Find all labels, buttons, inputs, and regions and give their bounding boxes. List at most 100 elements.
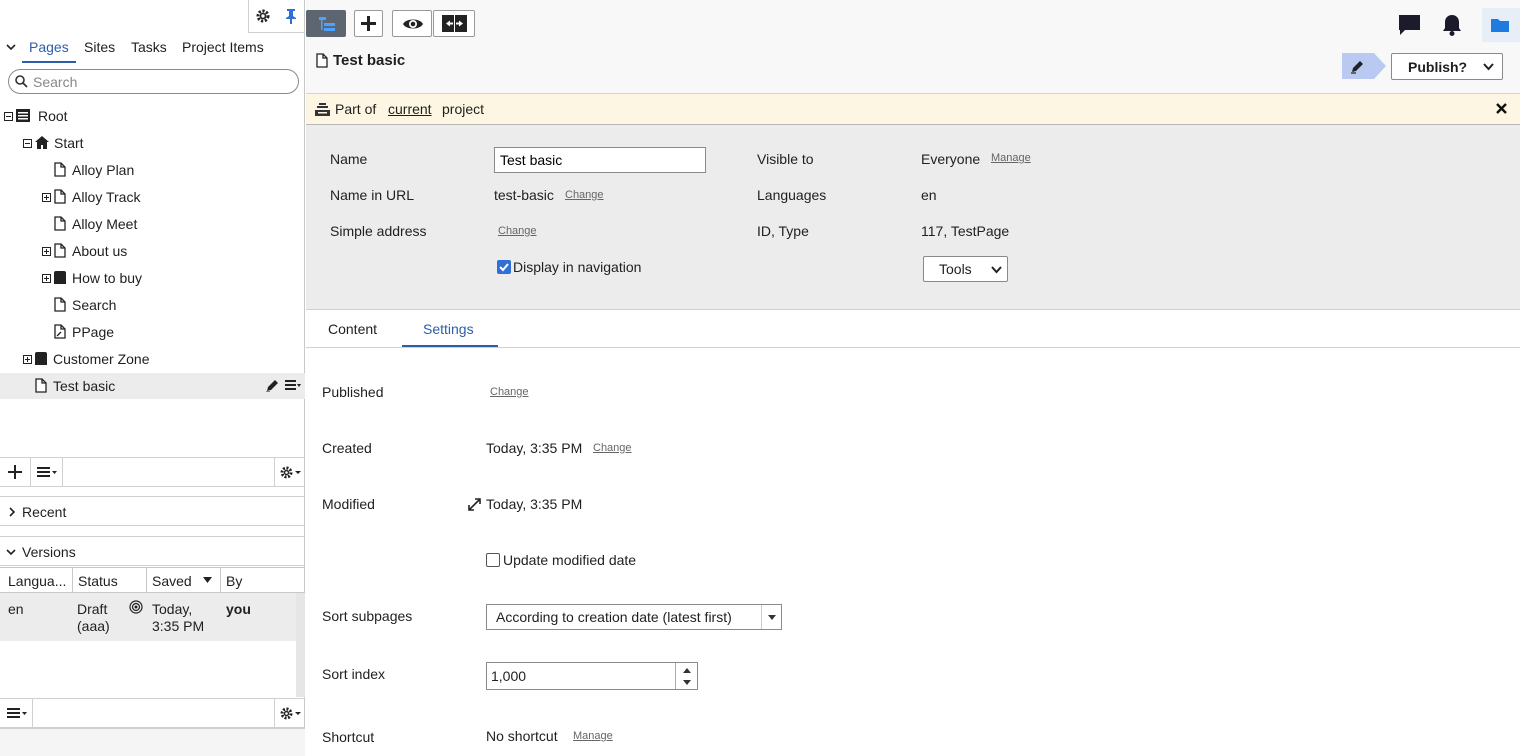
languages-value: en — [921, 187, 937, 203]
active-tab-underline — [22, 61, 76, 63]
pin-icon[interactable] — [284, 8, 298, 24]
unlink-icon[interactable] — [468, 498, 481, 511]
gear-icon[interactable] — [255, 8, 271, 24]
content-tabs: Content Settings — [306, 310, 1520, 348]
stepper-down-icon[interactable] — [683, 680, 691, 685]
page-properties-panel: Name Name in URL test-basic Change Simpl… — [306, 125, 1520, 310]
context-menu-icon[interactable] — [285, 380, 301, 391]
collapse-icon[interactable] — [23, 139, 32, 148]
tab-tasks[interactable]: Tasks — [131, 39, 167, 55]
expand-icon[interactable] — [42, 247, 51, 256]
add-icon[interactable] — [8, 465, 22, 479]
column-by[interactable]: By — [226, 573, 242, 589]
published-label: Published — [322, 384, 384, 400]
tree-label: Test basic — [53, 378, 116, 394]
expand-icon[interactable] — [42, 274, 51, 283]
tab-pages[interactable]: Pages — [29, 39, 69, 55]
tree-label: Customer Zone — [53, 351, 150, 367]
tree-node-test-basic[interactable]: Test basic — [0, 373, 305, 399]
home-icon — [35, 136, 49, 149]
assets-pane-toggle[interactable] — [1482, 8, 1520, 42]
display-in-nav-checkbox[interactable] — [497, 260, 511, 274]
expand-icon[interactable] — [23, 355, 32, 364]
name-input[interactable] — [494, 147, 706, 173]
name-in-url-value: test-basic — [494, 187, 554, 203]
search-input[interactable]: Search — [8, 69, 299, 94]
column-language[interactable]: Langua... — [8, 573, 66, 589]
manage-visibility-link[interactable]: Manage — [991, 152, 1031, 164]
tree-node-root[interactable]: Root — [0, 103, 305, 129]
publish-button[interactable]: Publish? — [1391, 53, 1503, 80]
tree-label: Root — [38, 108, 68, 124]
tree-node-how-to-buy[interactable]: How to buy — [0, 265, 305, 291]
manage-shortcut-link[interactable]: Manage — [573, 730, 613, 742]
chevron-down-icon[interactable] — [6, 42, 16, 52]
version-saved-date: Today, — [152, 601, 193, 617]
display-in-nav-label: Display in navigation — [513, 259, 642, 275]
tree-label: Alloy Track — [72, 189, 141, 205]
versions-section-header[interactable]: Versions — [0, 536, 305, 566]
list-menu-icon[interactable] — [7, 708, 27, 719]
comments-icon[interactable] — [1399, 15, 1420, 35]
recent-section-header[interactable]: Recent — [0, 496, 305, 526]
tools-label: Tools — [939, 261, 972, 277]
change-simple-address-link[interactable]: Change — [498, 225, 537, 237]
list-menu-icon[interactable] — [37, 467, 57, 478]
folder-icon — [1491, 18, 1509, 32]
collapse-icon[interactable] — [4, 112, 13, 121]
add-content-button[interactable] — [354, 10, 383, 37]
tree-node-alloy-track[interactable]: Alloy Track — [0, 184, 305, 210]
tree-node-alloy-meet[interactable]: Alloy Meet — [0, 211, 305, 237]
bell-icon[interactable] — [1442, 14, 1462, 36]
tree-label: Alloy Meet — [72, 216, 138, 232]
tree-icon — [319, 16, 335, 32]
sort-index-stepper[interactable]: 1,000 — [486, 662, 698, 690]
change-url-link[interactable]: Change — [565, 189, 604, 201]
current-project-link[interactable]: current — [388, 101, 432, 117]
tab-settings[interactable]: Settings — [423, 321, 474, 337]
gear-icon[interactable] — [280, 707, 302, 720]
compare-button[interactable] — [433, 10, 475, 37]
column-saved[interactable]: Saved — [152, 573, 192, 589]
column-status[interactable]: Status — [78, 573, 118, 589]
search-icon — [15, 75, 28, 88]
version-status: Draft — [77, 601, 108, 617]
tab-sites[interactable]: Sites — [84, 39, 115, 55]
simple-address-label: Simple address — [330, 223, 427, 239]
chevron-down-icon — [991, 266, 1002, 274]
toggle-navigation-button[interactable] — [306, 10, 346, 37]
stepper-up-icon[interactable] — [683, 668, 691, 673]
gear-icon[interactable] — [280, 466, 302, 479]
tree-node-about-us[interactable]: About us — [0, 238, 305, 264]
draft-target-icon — [129, 600, 143, 614]
tab-project-items[interactable]: Project Items — [182, 39, 264, 55]
tree-node-search[interactable]: Search — [0, 292, 305, 318]
version-row[interactable]: en Draft (aaa) Today, 3:35 PM you — [0, 593, 296, 641]
page-icon — [54, 189, 66, 204]
versions-scrollbar[interactable] — [296, 593, 305, 697]
created-label: Created — [322, 440, 372, 456]
tools-dropdown[interactable]: Tools — [923, 256, 1008, 282]
id-type-label: ID, Type — [757, 223, 809, 239]
versions-toolbar — [0, 698, 305, 728]
version-language: en — [8, 601, 24, 617]
change-created-link[interactable]: Change — [593, 442, 632, 454]
tree-label: About us — [72, 243, 128, 259]
tree-node-customer-zone[interactable]: Customer Zone — [0, 346, 305, 372]
editing-status-badge — [1342, 53, 1386, 79]
change-published-link[interactable]: Change — [490, 386, 529, 398]
pencil-icon[interactable] — [266, 378, 280, 392]
update-modified-checkbox[interactable] — [486, 553, 500, 567]
tab-content[interactable]: Content — [328, 321, 377, 337]
sort-subpages-value: According to creation date (latest first… — [496, 609, 732, 625]
sort-subpages-select[interactable]: According to creation date (latest first… — [486, 604, 782, 630]
container-icon — [35, 352, 47, 365]
tree-label: Alloy Plan — [72, 162, 135, 178]
close-icon[interactable] — [1496, 103, 1507, 114]
notice-suffix: project — [442, 101, 485, 117]
tree-node-alloy-plan[interactable]: Alloy Plan — [0, 157, 305, 183]
tree-node-ppage[interactable]: PPage — [0, 319, 305, 345]
preview-button[interactable] — [392, 10, 432, 37]
tree-node-start[interactable]: Start — [0, 130, 305, 156]
expand-icon[interactable] — [42, 193, 51, 202]
